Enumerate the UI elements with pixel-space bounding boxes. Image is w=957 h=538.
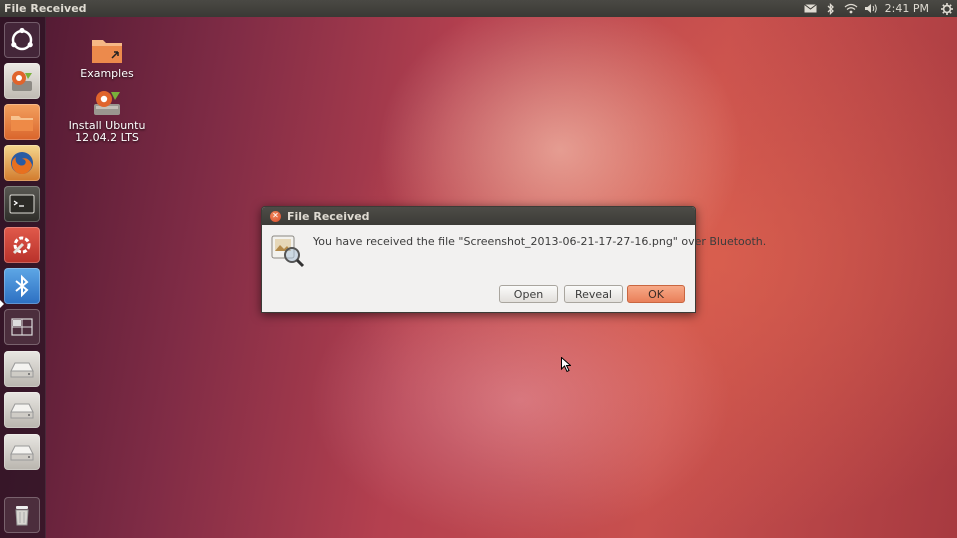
reveal-button[interactable]: Reveal: [564, 285, 623, 303]
terminal-icon: [9, 194, 35, 214]
launcher-drive-1[interactable]: [4, 351, 40, 387]
trash-icon: [15, 506, 29, 526]
launcher-drive-2[interactable]: [4, 392, 40, 428]
mail-icon[interactable]: [801, 0, 821, 17]
launcher-drive-3[interactable]: [4, 434, 40, 470]
launcher-files[interactable]: [4, 104, 40, 140]
wifi-icon[interactable]: [841, 0, 861, 17]
desktop-icon-label: Examples: [80, 67, 134, 80]
files-icon: [11, 116, 33, 131]
launcher: [0, 17, 46, 538]
launcher-terminal[interactable]: [4, 186, 40, 222]
drive-icon: [10, 362, 34, 378]
launcher-bluetooth[interactable]: [4, 268, 40, 304]
dialog-body: You have received the file "Screenshot_2…: [262, 225, 766, 311]
desktop-icon-install-ubuntu[interactable]: Install Ubuntu 12.04.2 LTS: [67, 88, 147, 144]
indicator-area: 2:41 PM: [801, 0, 957, 17]
workspace-switcher-icon: [11, 318, 33, 336]
dash-home-icon: [11, 27, 33, 51]
desktop-icon-examples[interactable]: Examples: [67, 36, 147, 80]
image-viewer-icon: [270, 233, 306, 272]
launcher-trash[interactable]: [4, 497, 40, 533]
folder-icon: [92, 40, 122, 63]
volume-icon[interactable]: [861, 0, 881, 17]
desktop-icon-label-line2: 12.04.2 LTS: [75, 131, 139, 144]
close-button[interactable]: ✕: [270, 210, 281, 222]
launcher-system-settings[interactable]: [4, 227, 40, 263]
drive-icon: [10, 403, 34, 419]
clock[interactable]: 2:41 PM: [881, 2, 937, 15]
ubuntu-installer-icon: [94, 91, 120, 115]
drive-icon: [10, 445, 34, 461]
launcher-install-ubuntu[interactable]: [4, 63, 40, 99]
dialog-title: File Received: [287, 209, 370, 223]
ubuntu-installer-icon: [12, 71, 32, 91]
firefox-icon: [11, 152, 33, 175]
close-icon: ✕: [272, 211, 279, 220]
launcher-workspace-switcher[interactable]: [4, 309, 40, 345]
file-received-dialog: ✕ File Received You have received the fi…: [261, 206, 766, 313]
window-title: File Received: [4, 2, 87, 15]
open-button[interactable]: Open: [499, 285, 558, 303]
mouse-pointer-icon: [561, 356, 572, 376]
top-panel: File Received 2:41 PM: [0, 0, 957, 17]
bluetooth-icon[interactable]: [821, 0, 841, 17]
dialog-message: You have received the file "Screenshot_2…: [313, 235, 767, 248]
launcher-firefox[interactable]: [4, 145, 40, 181]
session-gear-icon[interactable]: [937, 0, 957, 17]
bluetooth-icon: [15, 274, 29, 298]
dash-home-button[interactable]: [4, 22, 40, 58]
dialog-titlebar[interactable]: ✕ File Received: [262, 207, 695, 225]
system-settings-icon: [12, 236, 31, 255]
ok-button[interactable]: OK: [627, 285, 685, 303]
